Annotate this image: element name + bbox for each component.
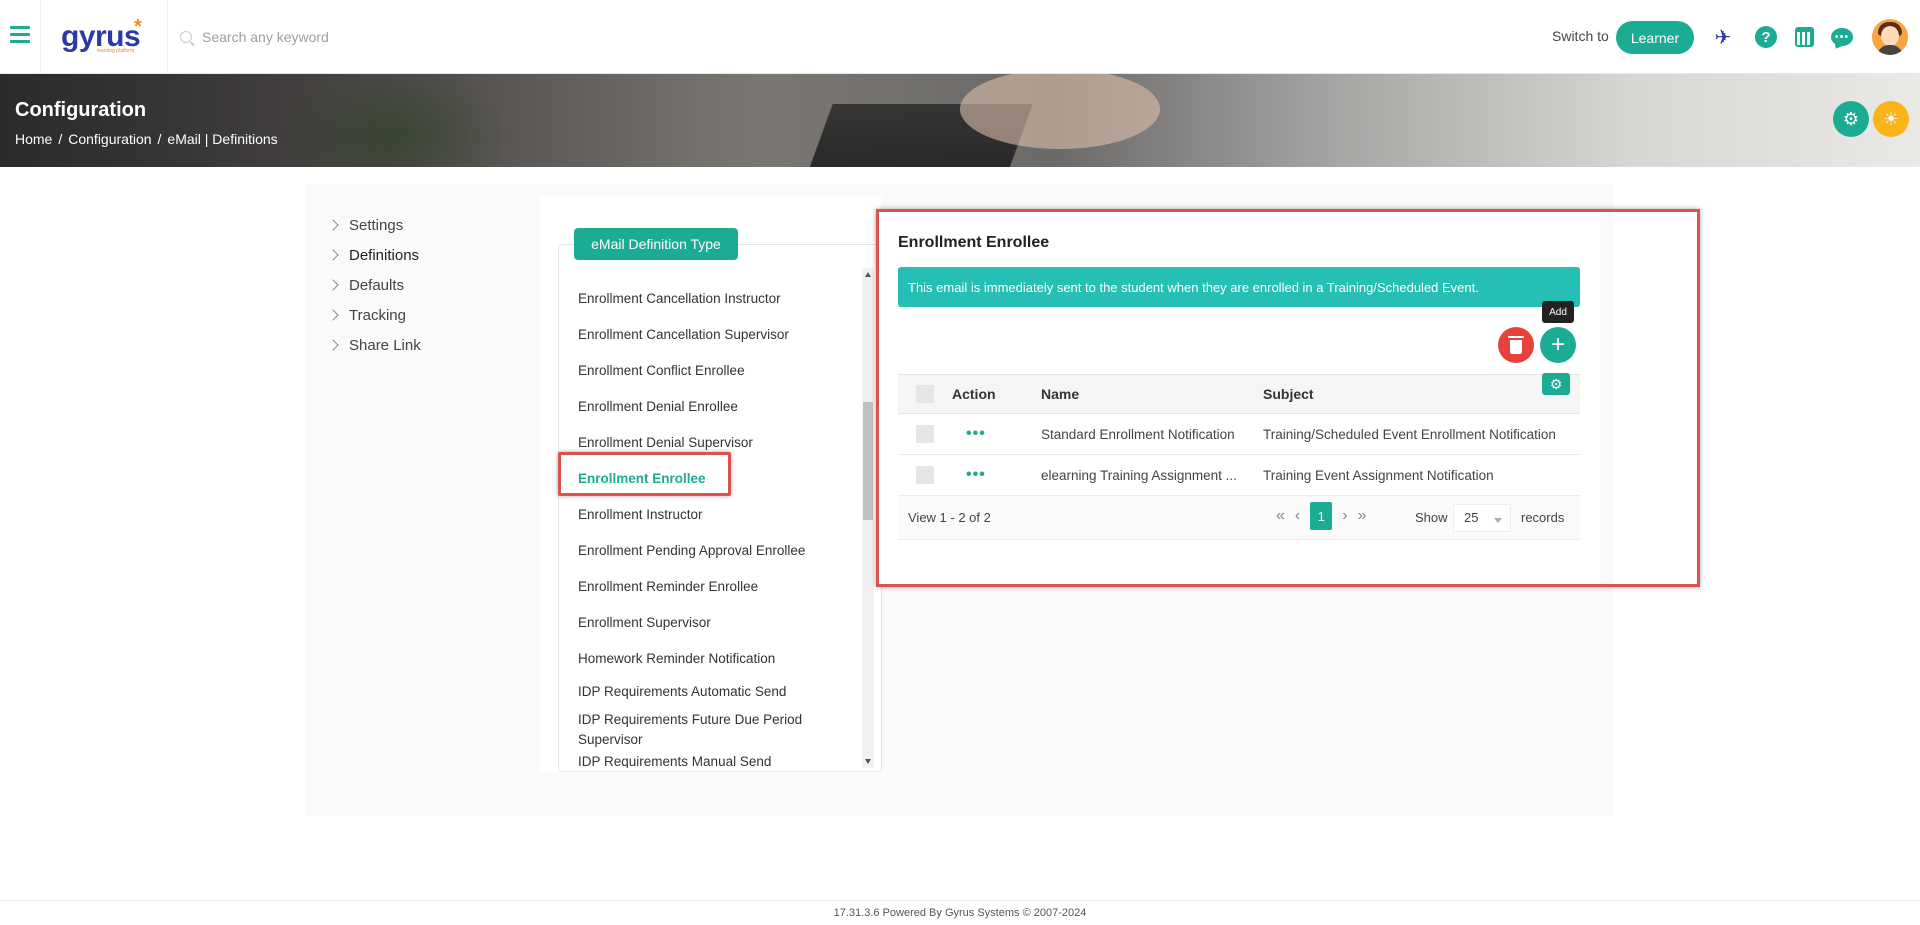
definition-type-title: eMail Definition Type <box>574 228 738 260</box>
scroll-up-arrow-icon[interactable] <box>865 272 871 277</box>
row-checkbox[interactable] <box>916 425 934 443</box>
calendar-icon[interactable] <box>1791 24 1817 50</box>
chevron-right-icon <box>327 309 339 321</box>
table-row: ••• Standard Enrollment Notification Tra… <box>898 414 1580 455</box>
list-item[interactable]: Homework Reminder Notification <box>578 640 858 676</box>
search-bar <box>180 24 580 50</box>
menu-icon[interactable] <box>10 26 30 46</box>
list-item[interactable]: IDP Requirements Future Due Period Super… <box>578 706 858 754</box>
definition-type-list: Enrollment Cancellation Instructor Enrol… <box>578 280 858 769</box>
records-label: records <box>1521 510 1565 525</box>
list-item[interactable]: IDP Requirements Automatic Send <box>578 676 858 706</box>
selected-item-highlight <box>558 452 731 496</box>
page-title: Configuration <box>15 99 147 121</box>
table-header: Action Name Subject ⚙ <box>898 373 1580 414</box>
lightbulb-icon[interactable]: ☀ <box>1873 101 1909 137</box>
scroll-down-arrow-icon[interactable] <box>865 759 871 764</box>
search-icon <box>180 31 192 43</box>
info-banner: This email is immediately sent to the st… <box>898 267 1580 307</box>
column-header-name[interactable]: Name <box>1041 386 1263 402</box>
chevron-right-icon <box>327 249 339 261</box>
breadcrumb-current: eMail | Definitions <box>167 131 278 147</box>
first-page-icon[interactable]: « <box>1276 507 1285 525</box>
select-all-checkbox[interactable] <box>916 385 934 403</box>
sidebar-item-settings[interactable]: Settings <box>325 210 525 240</box>
avatar[interactable] <box>1872 19 1908 55</box>
breadcrumb-configuration[interactable]: Configuration <box>68 131 151 147</box>
logo-subtitle: learning platform <box>97 48 135 54</box>
column-header-action: Action <box>952 386 996 402</box>
search-input[interactable] <box>202 29 562 45</box>
current-page-button[interactable]: 1 <box>1310 502 1333 530</box>
breadcrumb: Home / Configuration / eMail | Definitio… <box>15 131 278 147</box>
list-item[interactable]: Enrollment Conflict Enrollee <box>578 352 858 388</box>
last-page-icon[interactable]: » <box>1358 507 1367 525</box>
row-name: Standard Enrollment Notification <box>1041 426 1235 442</box>
add-button[interactable]: + <box>1540 327 1576 363</box>
logo[interactable]: gyrus * learning platform <box>40 0 168 74</box>
detail-title: Enrollment Enrollee <box>898 234 1050 251</box>
chevron-right-icon <box>327 339 339 351</box>
help-icon[interactable]: ? <box>1753 24 1779 50</box>
breadcrumb-home[interactable]: Home <box>15 131 52 147</box>
announcement-icon[interactable]: ✈ <box>1710 24 1736 50</box>
footer: 17.31.3.6 Powered By Gyrus Systems © 200… <box>0 900 1920 925</box>
chat-icon[interactable]: ••• <box>1829 24 1855 50</box>
logo-star-icon: * <box>134 16 142 38</box>
sidebar-item-tracking[interactable]: Tracking <box>325 300 525 330</box>
top-header: gyrus * learning platform Switch to Lear… <box>0 0 1920 74</box>
row-subject: Training Event Assignment Notification <box>1263 467 1494 483</box>
sidebar-item-definitions[interactable]: Definitions <box>325 240 525 270</box>
pagination-summary: View 1 - 2 of 2 <box>908 510 991 525</box>
trash-icon <box>1508 335 1524 354</box>
row-actions-icon[interactable]: ••• <box>952 466 986 483</box>
delete-button[interactable] <box>1498 327 1534 363</box>
prev-page-icon[interactable]: ‹ <box>1295 507 1300 525</box>
list-item[interactable]: Enrollment Instructor <box>578 496 858 532</box>
show-label: Show <box>1415 510 1448 525</box>
list-item[interactable]: Enrollment Reminder Enrollee <box>578 568 858 604</box>
page-size-select[interactable]: 25 <box>1453 504 1511 532</box>
list-item[interactable]: Enrollment Cancellation Supervisor <box>578 316 858 352</box>
row-checkbox[interactable] <box>916 466 934 484</box>
page-banner: Configuration Home / Configuration / eMa… <box>0 74 1920 167</box>
sidebar-item-defaults[interactable]: Defaults <box>325 270 525 300</box>
row-name: elearning Training Assignment ... <box>1041 467 1237 483</box>
learner-button[interactable]: Learner <box>1616 21 1694 54</box>
list-item[interactable]: Enrollment Supervisor <box>578 604 858 640</box>
breadcrumb-separator: / <box>157 131 162 147</box>
list-item[interactable]: Enrollment Pending Approval Enrollee <box>578 532 858 568</box>
column-header-subject[interactable]: Subject <box>1263 386 1580 402</box>
settings-gear-icon[interactable]: ⚙ <box>1833 101 1869 137</box>
row-actions-icon[interactable]: ••• <box>952 425 986 442</box>
list-item[interactable]: IDP Requirements Manual Send <box>578 754 858 768</box>
definitions-table: Action Name Subject ⚙ ••• Standard Enrol… <box>898 373 1580 540</box>
list-scrollbar[interactable] <box>862 268 874 768</box>
pagination-bar: View 1 - 2 of 2 « ‹ 1 › » Show 25 record… <box>898 496 1580 540</box>
next-page-icon[interactable]: › <box>1342 507 1347 525</box>
list-item[interactable]: Enrollment Denial Enrollee <box>578 388 858 424</box>
table-row: ••• elearning Training Assignment ... Tr… <box>898 455 1580 496</box>
scrollbar-thumb[interactable] <box>863 402 873 520</box>
chevron-right-icon <box>327 219 339 231</box>
sidebar-item-share-link[interactable]: Share Link <box>325 330 525 360</box>
row-subject: Training/Scheduled Event Enrollment Noti… <box>1263 426 1556 442</box>
add-tooltip: Add <box>1542 301 1574 323</box>
list-item[interactable]: Enrollment Cancellation Instructor <box>578 280 858 316</box>
pagination-nav: « ‹ 1 › » <box>1276 502 1366 530</box>
column-settings-gear-icon[interactable]: ⚙ <box>1542 373 1570 395</box>
switch-to-label: Switch to <box>1552 28 1609 44</box>
breadcrumb-separator: / <box>58 131 63 147</box>
config-sidebar: Settings Definitions Defaults Tracking S… <box>325 210 525 360</box>
chevron-right-icon <box>327 279 339 291</box>
